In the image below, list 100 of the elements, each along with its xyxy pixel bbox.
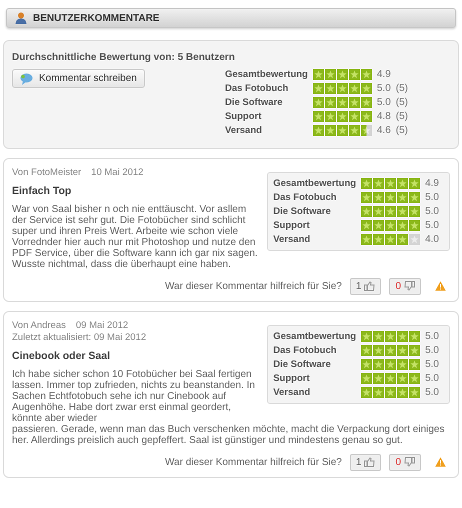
warning-icon[interactable] — [435, 457, 446, 467]
star-icon — [336, 125, 348, 136]
star-icon — [385, 386, 396, 398]
star-icon — [409, 220, 420, 231]
rating-score: 4.8 — [376, 111, 391, 122]
rating-count: (5) — [396, 125, 408, 136]
star-icon — [360, 125, 372, 136]
rating-label: Versand — [224, 125, 263, 136]
star-icon — [360, 69, 372, 80]
star-icon — [312, 111, 324, 122]
star-icon — [361, 372, 372, 384]
star-icon — [360, 83, 372, 94]
star-icon — [336, 97, 348, 108]
thumbs-up-icon — [364, 281, 376, 292]
star-icon — [361, 344, 372, 356]
user-icon — [15, 12, 27, 24]
star-icon — [373, 330, 384, 342]
rating-score: 5.0 — [425, 330, 439, 342]
star-icon — [397, 206, 408, 217]
star-icon — [312, 97, 324, 108]
star-icon — [348, 111, 360, 122]
star-icon — [336, 111, 348, 122]
star-icon — [385, 234, 396, 245]
star-icon — [409, 234, 420, 245]
comment-date: 09 Mai 2012 — [76, 320, 128, 332]
star-icon — [385, 220, 396, 231]
rating-label: Gesamtbewertung — [224, 69, 308, 80]
star-icon — [361, 330, 372, 342]
rating-score: 5.0 — [425, 344, 439, 356]
section-title: BENUTZERKOMMENTARE — [33, 12, 160, 26]
rating-label: Gesamtbewertung — [273, 178, 356, 189]
star-icon — [409, 330, 420, 342]
star-icon — [397, 358, 408, 370]
star-icon — [385, 206, 396, 217]
warning-icon[interactable] — [435, 281, 446, 292]
star-icon — [397, 234, 408, 245]
star-icon — [409, 344, 420, 356]
rating-score: 4.0 — [425, 234, 439, 245]
comment-title: Einfach Top — [12, 184, 72, 199]
star-icon — [324, 97, 336, 108]
rating-label: Support — [273, 220, 311, 231]
star-icon — [324, 111, 336, 122]
star-icon — [397, 344, 408, 356]
rating-count: (5) — [396, 83, 408, 94]
rating-score: 5.0 — [376, 83, 391, 94]
rating-score: 4.9 — [425, 178, 439, 189]
helpful-no-button[interactable]: 0 — [389, 278, 421, 295]
star-icon — [361, 220, 372, 231]
rating-score: 4.6 — [376, 125, 391, 136]
star-icon — [361, 206, 372, 217]
star-icon — [409, 386, 420, 398]
star-icon — [312, 69, 324, 80]
rating-score: 5.0 — [425, 372, 439, 384]
star-icon — [348, 83, 360, 94]
rating-score: 5.0 — [425, 358, 439, 370]
rating-label: Das Fotobuch — [273, 344, 338, 356]
rating-label: Support — [224, 111, 262, 122]
star-icon — [361, 358, 372, 370]
star-icon — [336, 69, 348, 80]
summary-title: Durchschnittliche Bewertung von: 5 Benutzern — [12, 51, 236, 65]
star-icon — [409, 192, 420, 203]
star-icon — [373, 206, 384, 217]
star-icon — [385, 372, 396, 384]
rating-label: Das Fotobuch — [273, 192, 338, 203]
star-icon — [373, 234, 384, 245]
star-icon — [324, 69, 336, 80]
comment-author: Von Andreas — [12, 320, 66, 332]
rating-score: 5.0 — [425, 206, 439, 217]
rating-score: 5.0 — [425, 220, 439, 231]
comment-text: War von Saal bisher n och nie enttäuscht. Vor asllem der Service ist sehr gut. Die Fotobücher sind schlicht super und ihren Preis Wert. Arbeite wie schon viele Vorrednder hier auch nur mit Photoshop und nutze den PDF Service, über die Software kann ich gar nix sagen. Wusste nichtmal, dass die überhaupt eine haben. — [12, 204, 259, 270]
star-icon — [385, 192, 396, 203]
helpful-question: War dieser Kommentar hilfreich für Sie? — [164, 456, 342, 470]
rating-label: Support — [273, 372, 311, 384]
star-icon — [397, 330, 408, 342]
star-icon — [348, 125, 360, 136]
thumbs-down-icon — [404, 281, 415, 292]
star-icon — [397, 178, 408, 189]
star-icon — [361, 386, 372, 398]
star-icon — [373, 358, 384, 370]
helpful-no-button[interactable]: 0 — [389, 454, 421, 470]
star-icon — [373, 386, 384, 398]
rating-label: Die Software — [224, 97, 284, 108]
star-icon — [373, 344, 384, 356]
rating-count: (5) — [396, 97, 408, 108]
star-icon — [348, 97, 360, 108]
star-icon — [385, 344, 396, 356]
star-icon — [397, 220, 408, 231]
star-icon — [373, 178, 384, 189]
helpful-yes-button[interactable]: 1 — [350, 278, 382, 295]
thumbs-up-icon — [364, 457, 376, 467]
star-icon — [385, 330, 396, 342]
star-icon — [360, 97, 372, 108]
speech-bubble-icon — [20, 72, 33, 84]
star-icon — [397, 386, 408, 398]
star-icon — [397, 192, 408, 203]
comment-author: Von FotoMeister — [12, 167, 82, 179]
write-comment-button[interactable]: Kommentar schreiben — [12, 69, 145, 88]
comment-date: 10 Mai 2012 — [91, 167, 144, 179]
star-icon — [409, 358, 420, 370]
helpful-yes-button[interactable]: 1 — [350, 454, 382, 470]
